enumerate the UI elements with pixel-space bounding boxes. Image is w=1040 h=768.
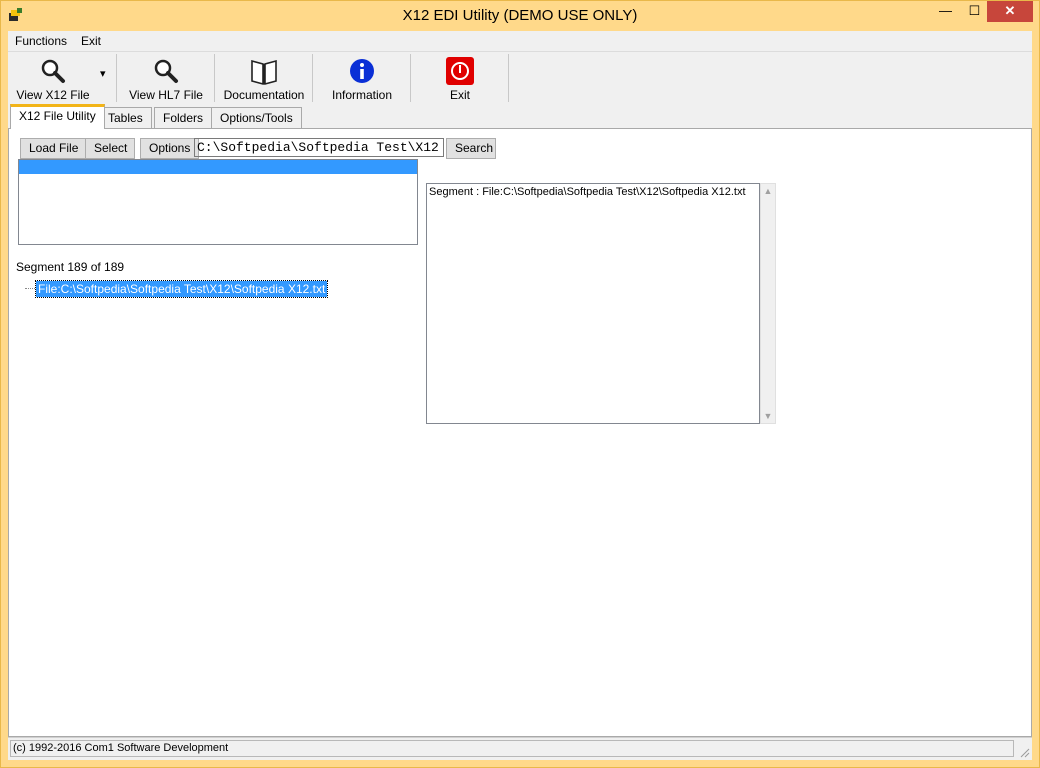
load-file-button[interactable]: Load File bbox=[20, 138, 88, 159]
info-icon bbox=[350, 59, 374, 83]
maximize-button[interactable]: ☐ bbox=[960, 1, 989, 22]
toolbar: View X12 File ▾ View HL7 File Documentat… bbox=[8, 51, 1032, 104]
tree-connector bbox=[25, 288, 35, 289]
segment-count: Segment 189 of 189 bbox=[16, 260, 125, 274]
file-listbox[interactable] bbox=[18, 159, 418, 245]
x12-utility-panel: Load File Select Options C:\Softpedia\So… bbox=[8, 128, 1032, 737]
toolbar-separator bbox=[410, 54, 411, 102]
power-icon bbox=[446, 57, 474, 85]
exit-button[interactable]: Exit bbox=[418, 54, 502, 102]
menu-functions[interactable]: Functions bbox=[15, 34, 67, 48]
view-x12-button[interactable]: View X12 File bbox=[10, 54, 96, 102]
minimize-button[interactable]: — bbox=[931, 1, 960, 22]
tree-node[interactable]: File:C:\Softpedia\Softpedia Test\X12\Sof… bbox=[34, 280, 329, 298]
options-button[interactable]: Options bbox=[140, 138, 200, 159]
information-label: Information bbox=[331, 88, 393, 102]
toolbar-separator bbox=[116, 54, 117, 102]
magnifier-icon bbox=[154, 59, 178, 83]
segment-detail-text[interactable]: Segment : File:C:\Softpedia\Softpedia Te… bbox=[426, 183, 760, 424]
client-area: Functions Exit View X12 File ▾ View HL7 … bbox=[8, 31, 1032, 760]
toolbar-separator bbox=[312, 54, 313, 102]
select-button[interactable]: Select bbox=[85, 138, 135, 159]
menu-exit[interactable]: Exit bbox=[81, 34, 101, 48]
status-bar: (c) 1992-2016 Com1 Software Development bbox=[8, 737, 1032, 760]
tab-folders[interactable]: Folders bbox=[154, 107, 213, 128]
file-path-input[interactable]: C:\Softpedia\Softpedia Test\X12 bbox=[194, 138, 444, 157]
tab-tables[interactable]: Tables bbox=[99, 107, 152, 128]
close-button[interactable]: ✕ bbox=[987, 1, 1033, 22]
information-button[interactable]: Information bbox=[320, 54, 404, 102]
status-text: (c) 1992-2016 Com1 Software Development bbox=[10, 740, 1014, 757]
magnifier-icon bbox=[41, 59, 65, 83]
resize-grip-icon[interactable] bbox=[1018, 746, 1030, 758]
documentation-label: Documentation bbox=[223, 88, 305, 102]
tab-options-tools[interactable]: Options/Tools bbox=[211, 107, 302, 128]
tab-x12-file-utility[interactable]: X12 File Utility bbox=[10, 104, 105, 129]
window-title: X12 EDI Utility (DEMO USE ONLY) bbox=[402, 7, 638, 24]
chevron-down-icon[interactable]: ▾ bbox=[100, 67, 106, 80]
documentation-button[interactable]: Documentation bbox=[218, 54, 310, 102]
view-x12-label: View X12 File bbox=[16, 88, 90, 102]
app-window: X12 EDI Utility (DEMO USE ONLY) — ☐ ✕ Fu… bbox=[0, 0, 1040, 768]
tab-strip: X12 File Utility Tables Folders Options/… bbox=[8, 104, 1032, 129]
scroll-up-icon[interactable]: ▲ bbox=[761, 184, 775, 198]
toolbar-separator bbox=[214, 54, 215, 102]
scroll-down-icon[interactable]: ▼ bbox=[761, 409, 775, 423]
search-button[interactable]: Search bbox=[446, 138, 496, 159]
segment-detail-content: Segment : File:C:\Softpedia\Softpedia Te… bbox=[429, 186, 746, 198]
exit-label: Exit bbox=[449, 88, 470, 102]
view-hl7-button[interactable]: View HL7 File bbox=[124, 54, 208, 102]
detail-scrollbar[interactable]: ▲ ▼ bbox=[760, 183, 776, 424]
list-selection[interactable] bbox=[19, 160, 417, 174]
book-icon bbox=[251, 59, 277, 86]
toolbar-separator bbox=[508, 54, 509, 102]
menu-bar: Functions Exit bbox=[8, 31, 1032, 51]
title-bar[interactable]: X12 EDI Utility (DEMO USE ONLY) — ☐ ✕ bbox=[0, 0, 1040, 31]
view-hl7-label: View HL7 File bbox=[129, 88, 203, 102]
